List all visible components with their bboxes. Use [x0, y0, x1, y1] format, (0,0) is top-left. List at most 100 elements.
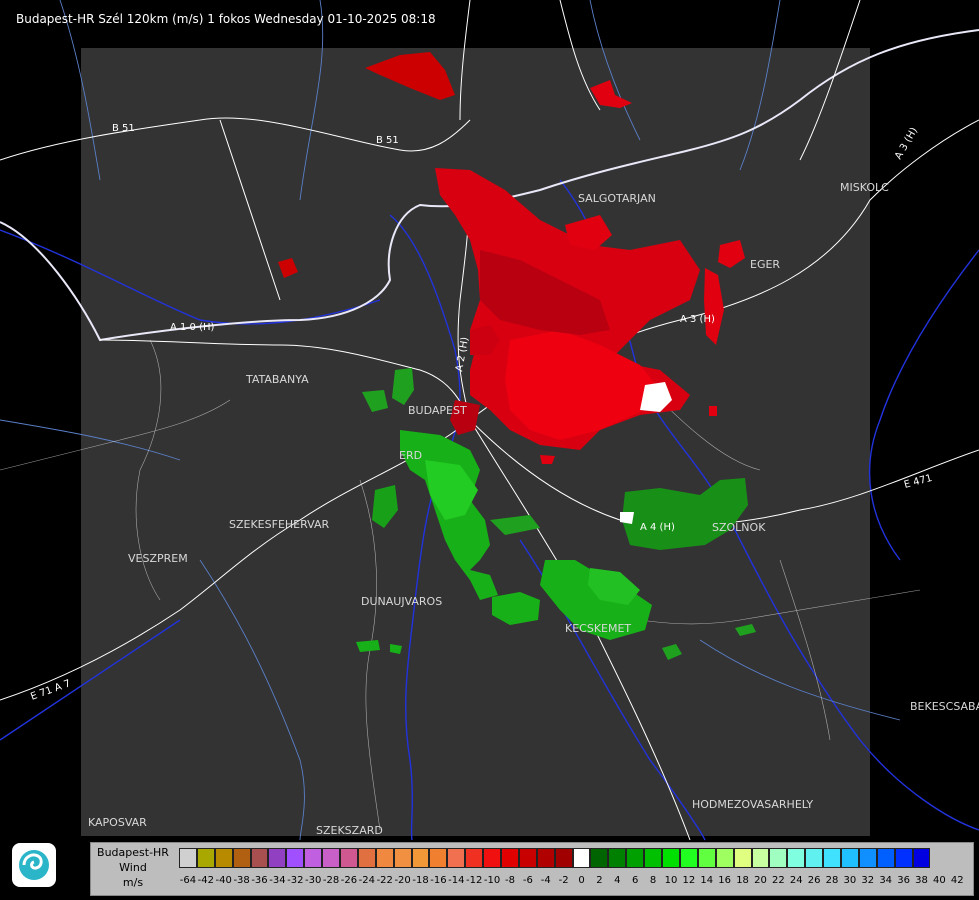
legend-swatch — [805, 848, 824, 868]
legend-swatch — [286, 848, 305, 868]
legend-tick: -40 — [215, 875, 232, 886]
road-label: A 4 (H) — [640, 522, 675, 533]
city-label: BEKESCSABA — [910, 700, 979, 713]
road-label: E 71 A 7 — [29, 678, 72, 703]
road-label: B 51 — [112, 123, 135, 134]
legend-swatches — [179, 848, 931, 868]
legend-swatch — [876, 848, 895, 868]
legend-tick: -24 — [358, 875, 376, 886]
legend-tick: -14 — [448, 875, 465, 886]
legend-swatch — [697, 848, 716, 868]
legend-tick: 6 — [632, 875, 639, 886]
legend-tick: 8 — [649, 875, 657, 886]
legend-tick: -10 — [483, 875, 501, 886]
legend-tick: 30 — [843, 875, 857, 886]
legend-swatch — [357, 848, 376, 868]
legend-tick: -32 — [287, 875, 304, 886]
road-label: A 1 0 (H) — [170, 322, 215, 333]
legend-swatch — [322, 848, 341, 868]
legend-radar-name: Budapest-HR — [97, 846, 169, 859]
legend-swatch — [751, 848, 770, 868]
city-label: ERD — [399, 449, 422, 462]
legend-tick: -12 — [466, 875, 483, 886]
legend-tick: 18 — [736, 875, 749, 886]
legend-swatch — [769, 848, 788, 868]
legend-tick: -26 — [340, 875, 358, 886]
legend-tick: 40 — [932, 875, 946, 886]
city-label: KAPOSVAR — [88, 816, 147, 829]
legend-swatch — [644, 848, 663, 868]
legend-swatch — [894, 848, 913, 868]
legend-tick: 10 — [664, 875, 678, 886]
legend-swatch — [375, 848, 394, 868]
legend-tick: 36 — [897, 875, 910, 886]
legend-label: Budapest-HR Wind m/s — [91, 845, 175, 890]
legend-tick: -4 — [540, 875, 551, 886]
legend-tick: 12 — [682, 875, 696, 886]
legend-tick: 2 — [596, 875, 603, 886]
legend-tick: -8 — [504, 875, 515, 886]
legend-swatch — [679, 848, 698, 868]
legend-tick: -6 — [522, 875, 533, 886]
legend-tick: -22 — [376, 875, 393, 886]
legend-swatch — [429, 848, 448, 868]
legend-tick: 28 — [825, 875, 839, 886]
legend-tick: -38 — [233, 875, 250, 886]
city-label: KECSKEMET — [565, 622, 631, 635]
legend-swatch — [518, 848, 537, 868]
legend-tick: -2 — [558, 875, 569, 886]
legend-tick: 38 — [915, 875, 928, 886]
legend-swatch — [465, 848, 484, 868]
city-label: VESZPREM — [128, 552, 188, 565]
legend-tick: -18 — [412, 875, 429, 886]
legend-tick: -16 — [430, 875, 447, 886]
road-label: A 3 (H) — [893, 126, 920, 162]
city-label: BUDAPEST — [408, 404, 467, 417]
legend-unit: m/s — [122, 876, 144, 889]
city-label: SZOLNOK — [712, 521, 766, 534]
legend-swatch — [196, 848, 215, 868]
legend-swatch — [250, 848, 269, 868]
legend-swatch — [787, 848, 806, 868]
legend-swatch — [715, 848, 734, 868]
city-label: EGER — [750, 258, 780, 271]
city-label: DUNAUJVAROS — [361, 595, 442, 608]
road-label: A 3 (H) — [680, 314, 715, 325]
legend-ticks: -64 -42 -40 -38 -36 -34 -32 -30 -28 -26 -24 -22 -20-… — [179, 875, 966, 886]
legend-swatch — [572, 848, 591, 868]
legend-tick: 20 — [754, 875, 767, 886]
legend-tick: -28 — [322, 875, 340, 886]
wind-legend: Budapest-HR Wind m/s -64 -42 -40 -38 -36 -34-… — [90, 842, 974, 896]
legend-tick: 4 — [614, 875, 621, 886]
city-label: MISKOLC — [840, 181, 889, 194]
legend-swatch — [840, 848, 859, 868]
legend-swatch — [304, 848, 323, 868]
legend-tick: -36 — [251, 875, 268, 886]
legend-tick: 34 — [879, 875, 893, 886]
legend-swatch — [608, 848, 627, 868]
legend-tick: 14 — [700, 875, 714, 886]
road-label: E 471 — [903, 473, 933, 491]
legend-tick: 32 — [861, 875, 875, 886]
legend-tick: 0 — [578, 875, 585, 886]
map-title: Budapest-HR Szél 120km (m/s) 1 fokos Wed… — [16, 12, 436, 26]
legend-swatch — [823, 848, 841, 868]
legend-swatch — [411, 848, 430, 868]
legend-tick: 16 — [718, 875, 732, 886]
legend-tick: -30 — [305, 875, 322, 886]
legend-swatch — [483, 848, 502, 868]
city-label: SZEKESFEHERVAR — [229, 518, 330, 531]
legend-tick: -42 — [197, 875, 214, 886]
legend-product: Wind — [119, 861, 147, 874]
legend-swatch — [340, 848, 358, 868]
legend-swatch — [858, 848, 877, 868]
legend-swatch — [733, 848, 752, 868]
legend-swatch — [590, 848, 609, 868]
city-label: SALGOTARJAN — [578, 192, 656, 205]
radar-map: SALGOTARJAN MISKOLC EGER TATABANYA BUDAP… — [0, 0, 979, 841]
legend-tick: 26 — [807, 875, 821, 886]
legend-swatch — [268, 848, 287, 868]
city-label: TATABANYA — [245, 373, 309, 386]
city-label: SZEKSZARD — [316, 824, 383, 837]
legend-swatch — [554, 848, 573, 868]
